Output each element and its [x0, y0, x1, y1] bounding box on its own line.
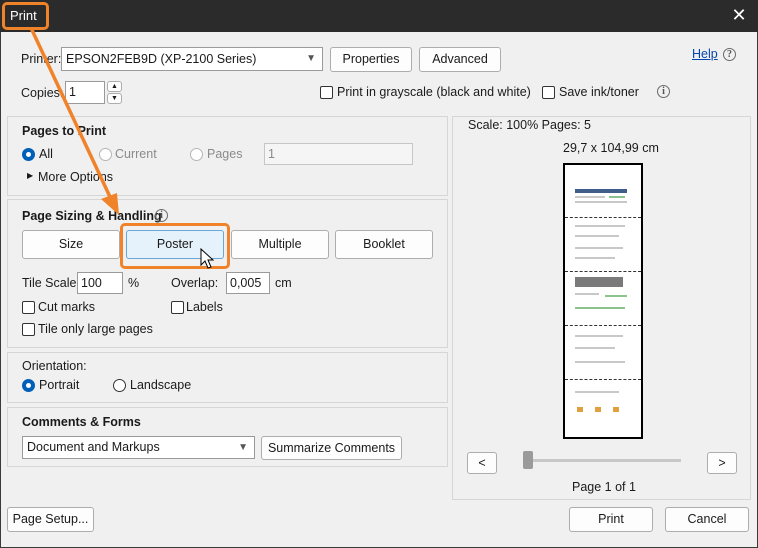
- copies-up-button[interactable]: ▲: [107, 81, 122, 92]
- advanced-button[interactable]: Advanced: [419, 47, 501, 72]
- cut-marks-label: Cut marks: [38, 300, 95, 314]
- more-options-toggle[interactable]: More Options: [38, 170, 113, 184]
- all-radio[interactable]: [22, 148, 35, 161]
- pages-radio[interactable]: [190, 148, 203, 161]
- page-slider-track[interactable]: [523, 459, 681, 462]
- preview-header-bar: [575, 189, 627, 193]
- copies-input[interactable]: 1: [65, 81, 105, 104]
- booklet-button[interactable]: Booklet: [335, 230, 433, 259]
- preview-figure: [605, 295, 627, 297]
- preview-figure: [609, 196, 625, 198]
- expand-triangle-icon[interactable]: ▶: [27, 171, 33, 180]
- all-label: All: [39, 147, 53, 161]
- landscape-label: Landscape: [130, 378, 192, 392]
- preview-text-line: [575, 196, 605, 198]
- print-dialog: Printer: EPSON2FEB9D (XP-2100 Series) ▼ …: [1, 32, 757, 547]
- preview-text-line: [575, 391, 619, 393]
- orientation-group: Orientation: Portrait Landscape: [7, 352, 448, 403]
- current-label: Current: [115, 147, 157, 161]
- overlap-unit: cm: [275, 276, 292, 290]
- printer-label: Printer:: [21, 52, 62, 66]
- comments-select[interactable]: Document and Markups ▼: [22, 436, 255, 459]
- page-sizing-title: Page Sizing & Handling: [22, 209, 162, 223]
- tile-scale-input[interactable]: 100: [77, 272, 123, 294]
- preview-text-line: [575, 361, 625, 363]
- sizing-info-icon[interactable]: i: [155, 209, 168, 222]
- print-button[interactable]: Print: [569, 507, 653, 532]
- page-sizing-group: Page Sizing & Handling i Size Poster Mul…: [7, 199, 448, 348]
- cancel-button[interactable]: Cancel: [665, 507, 749, 532]
- preview-text-line: [575, 247, 623, 249]
- close-icon[interactable]: ✕: [730, 6, 748, 24]
- preview-image-block: [575, 277, 623, 287]
- tile-large-checkbox[interactable]: [22, 323, 35, 336]
- preview-icon: [577, 407, 583, 412]
- preview-figure: [575, 307, 625, 309]
- tile-divider: [565, 271, 641, 272]
- printer-select[interactable]: EPSON2FEB9D (XP-2100 Series) ▼: [61, 47, 323, 71]
- save-ink-checkbox[interactable]: [542, 86, 555, 99]
- preview-text-line: [575, 257, 615, 259]
- portrait-radio[interactable]: [22, 379, 35, 392]
- title-bar: Print ✕: [0, 0, 758, 32]
- save-ink-info-icon[interactable]: i: [657, 85, 670, 98]
- chevron-down-icon: ▼: [306, 53, 316, 64]
- comments-forms-title: Comments & Forms: [22, 415, 141, 429]
- tile-scale-unit: %: [128, 276, 140, 290]
- tile-divider: [565, 379, 641, 380]
- preview-text-line: [575, 235, 619, 237]
- preview-icon: [613, 407, 619, 412]
- tile-large-label: Tile only large pages: [38, 322, 153, 336]
- multiple-button[interactable]: Multiple: [231, 230, 329, 259]
- title-highlight: [2, 2, 49, 30]
- current-radio[interactable]: [99, 148, 112, 161]
- properties-button[interactable]: Properties: [330, 47, 412, 72]
- pages-range-input[interactable]: 1: [264, 143, 413, 165]
- chevron-down-icon: ▼: [238, 442, 248, 453]
- mouse-cursor-icon: [200, 248, 215, 269]
- labels-checkbox[interactable]: [171, 301, 184, 314]
- page-indicator: Page 1 of 1: [572, 480, 636, 494]
- preview-text-line: [575, 347, 615, 349]
- prev-page-button[interactable]: <: [467, 452, 497, 474]
- orientation-title: Orientation:: [22, 359, 87, 373]
- grayscale-checkbox[interactable]: [320, 86, 333, 99]
- portrait-label: Portrait: [39, 378, 80, 392]
- cut-marks-checkbox[interactable]: [22, 301, 35, 314]
- preview-dimensions: 29,7 x 104,99 cm: [563, 141, 659, 155]
- pages-to-print-group: Pages to Print All Current Pages 1 ▶ Mor…: [7, 116, 448, 196]
- preview-text-line: [575, 201, 627, 203]
- size-button[interactable]: Size: [22, 230, 120, 259]
- grayscale-label: Print in grayscale (black and white): [337, 85, 531, 99]
- comments-select-value: Document and Markups: [27, 440, 160, 454]
- preview-scale-text: Scale: 100% Pages: 5: [468, 118, 591, 132]
- preview-text-line: [575, 293, 599, 295]
- next-page-button[interactable]: >: [707, 452, 737, 474]
- overlap-input[interactable]: 0,005: [226, 272, 270, 294]
- preview-page-thumbnail: [563, 163, 643, 439]
- summarize-comments-button[interactable]: Summarize Comments: [261, 436, 402, 460]
- tile-divider: [565, 325, 641, 326]
- help-info-icon[interactable]: ?: [723, 48, 736, 61]
- page-slider-thumb[interactable]: [523, 451, 533, 469]
- overlap-label: Overlap:: [171, 276, 219, 290]
- tile-scale-label: Tile Scale:: [22, 276, 80, 290]
- help-link[interactable]: Help: [692, 47, 718, 61]
- tile-divider: [565, 217, 641, 218]
- preview-text-line: [575, 335, 623, 337]
- pages-label: Pages: [207, 147, 243, 161]
- preview-text-line: [575, 225, 625, 227]
- preview-icon: [595, 407, 601, 412]
- landscape-radio[interactable]: [113, 379, 126, 392]
- save-ink-label: Save ink/toner: [559, 85, 639, 99]
- copies-label: Copies:: [21, 86, 64, 100]
- comments-forms-group: Comments & Forms Document and Markups ▼ …: [7, 407, 448, 467]
- printer-select-value: EPSON2FEB9D (XP-2100 Series): [66, 52, 257, 66]
- preview-panel: Scale: 100% Pages: 5 29,7 x 104,99 cm < …: [452, 116, 751, 500]
- copies-down-button[interactable]: ▼: [107, 93, 122, 104]
- pages-to-print-title: Pages to Print: [22, 124, 107, 138]
- page-setup-button[interactable]: Page Setup...: [7, 507, 94, 532]
- labels-label: Labels: [186, 300, 223, 314]
